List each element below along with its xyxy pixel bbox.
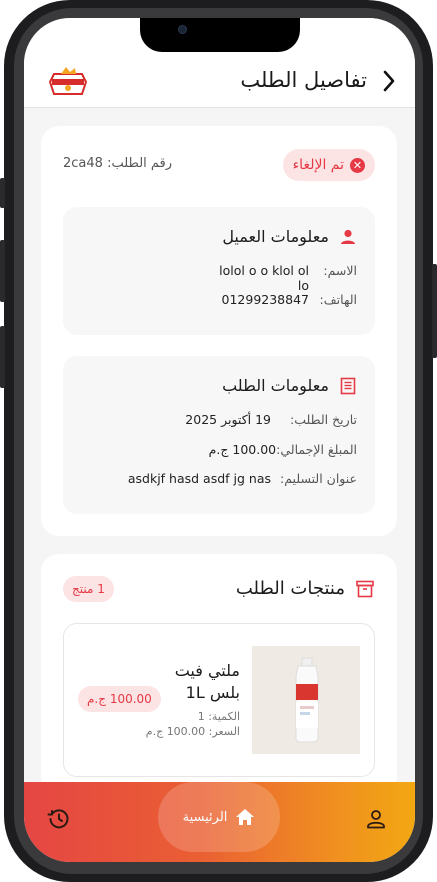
order-summary-card: ✕ تم الإلغاء رقم الطلب: 2ca48 معلومات ال…: [41, 126, 397, 536]
page-content: ✕ تم الإلغاء رقم الطلب: 2ca48 معلومات ال…: [24, 108, 415, 782]
order-address-row: عنوان التسليم: asdkjf hasd asdf jg nas: [128, 471, 357, 486]
order-date-value: 19 أكتوبر 2025: [185, 412, 271, 427]
customer-info-box: معلومات العميل الاسم: lolol o o klol ol …: [63, 207, 375, 335]
notch: [140, 18, 300, 52]
status-badge: ✕ تم الإلغاء: [282, 149, 375, 181]
chevron-right-icon: [383, 70, 395, 92]
product-count-badge: 1 منتج: [63, 576, 114, 602]
nav-home-button[interactable]: الرئيسية: [158, 782, 280, 852]
products-heading: منتجات الطلب: [235, 578, 345, 599]
product-quantity: الكمية: 1: [197, 710, 240, 723]
customer-phone-label: الهاتف:: [319, 292, 357, 307]
customer-name-label: الاسم:: [323, 263, 357, 278]
order-info-box: معلومات الطلب تاريخ الطلب: 19 أكتوبر 202…: [63, 356, 375, 514]
order-info-heading: معلومات الطلب: [222, 376, 329, 395]
customer-phone-value: 01299238847: [221, 292, 309, 307]
page-title: تفاصيل الطلب: [240, 68, 367, 92]
bottom-navigation: الرئيسية: [24, 782, 415, 862]
back-button[interactable]: [377, 70, 401, 96]
order-total-value: 100.00 ج.م: [208, 442, 277, 457]
archive-box-icon: [356, 580, 374, 597]
person-icon: [341, 229, 355, 244]
customer-name-value: lolol o o klol ol lo: [219, 263, 309, 293]
camera-icon: [178, 25, 187, 34]
order-info-title: معلومات الطلب: [222, 376, 357, 395]
product-total-badge: 100.00 ج.م: [78, 686, 161, 712]
product-unit-price: السعر: 100.00 ج.م: [145, 725, 240, 738]
order-number-value: 2ca48: [63, 156, 103, 171]
screen: تفاصيل الطلب ✕ تم الإلغاء رقم الطلب: 2ca…: [24, 18, 415, 862]
order-total-row: المبلغ الإجمالي: 100.00 ج.م: [209, 442, 357, 457]
order-number: رقم الطلب: 2ca48: [63, 156, 172, 171]
order-date-row: تاريخ الطلب: 19 أكتوبر 2025: [185, 412, 357, 427]
side-button: [432, 264, 437, 358]
home-icon: [236, 809, 255, 825]
side-button: [0, 326, 5, 388]
side-button: [0, 178, 5, 208]
nav-home-label: الرئيسية: [182, 809, 228, 825]
person-outline-icon: [367, 810, 385, 829]
history-icon: [47, 809, 69, 829]
app-logo: [48, 66, 88, 98]
product-item[interactable]: ملتي فيت بلس 1L الكمية: 1 السعر: 100.00 …: [63, 623, 375, 777]
order-products-card: منتجات الطلب 1 منتج ملتي فيت بلس 1L الكم…: [41, 554, 397, 782]
side-button: [0, 240, 5, 302]
order-address-value: asdkjf hasd asdf jg nas: [127, 471, 271, 486]
customer-info-heading: معلومات العميل: [222, 227, 329, 246]
cancel-circle-icon: ✕: [350, 157, 365, 173]
order-number-label: رقم الطلب:: [107, 156, 173, 171]
receipt-icon: [340, 377, 356, 394]
nav-profile-button[interactable]: [363, 806, 389, 832]
product-image: [252, 646, 360, 754]
order-total-label: المبلغ الإجمالي:: [276, 442, 357, 457]
nav-history-button[interactable]: [46, 806, 72, 832]
order-address-label: عنوان التسليم:: [280, 471, 357, 486]
order-date-label: تاريخ الطلب:: [289, 412, 357, 427]
customer-info-title: معلومات العميل: [222, 227, 357, 246]
customer-name-row: الاسم: lolol o o klol ol lo: [209, 263, 357, 293]
status-text: تم الإلغاء: [292, 157, 344, 173]
products-title: منتجات الطلب: [236, 578, 375, 599]
customer-phone-row: الهاتف: 01299238847: [209, 292, 357, 307]
